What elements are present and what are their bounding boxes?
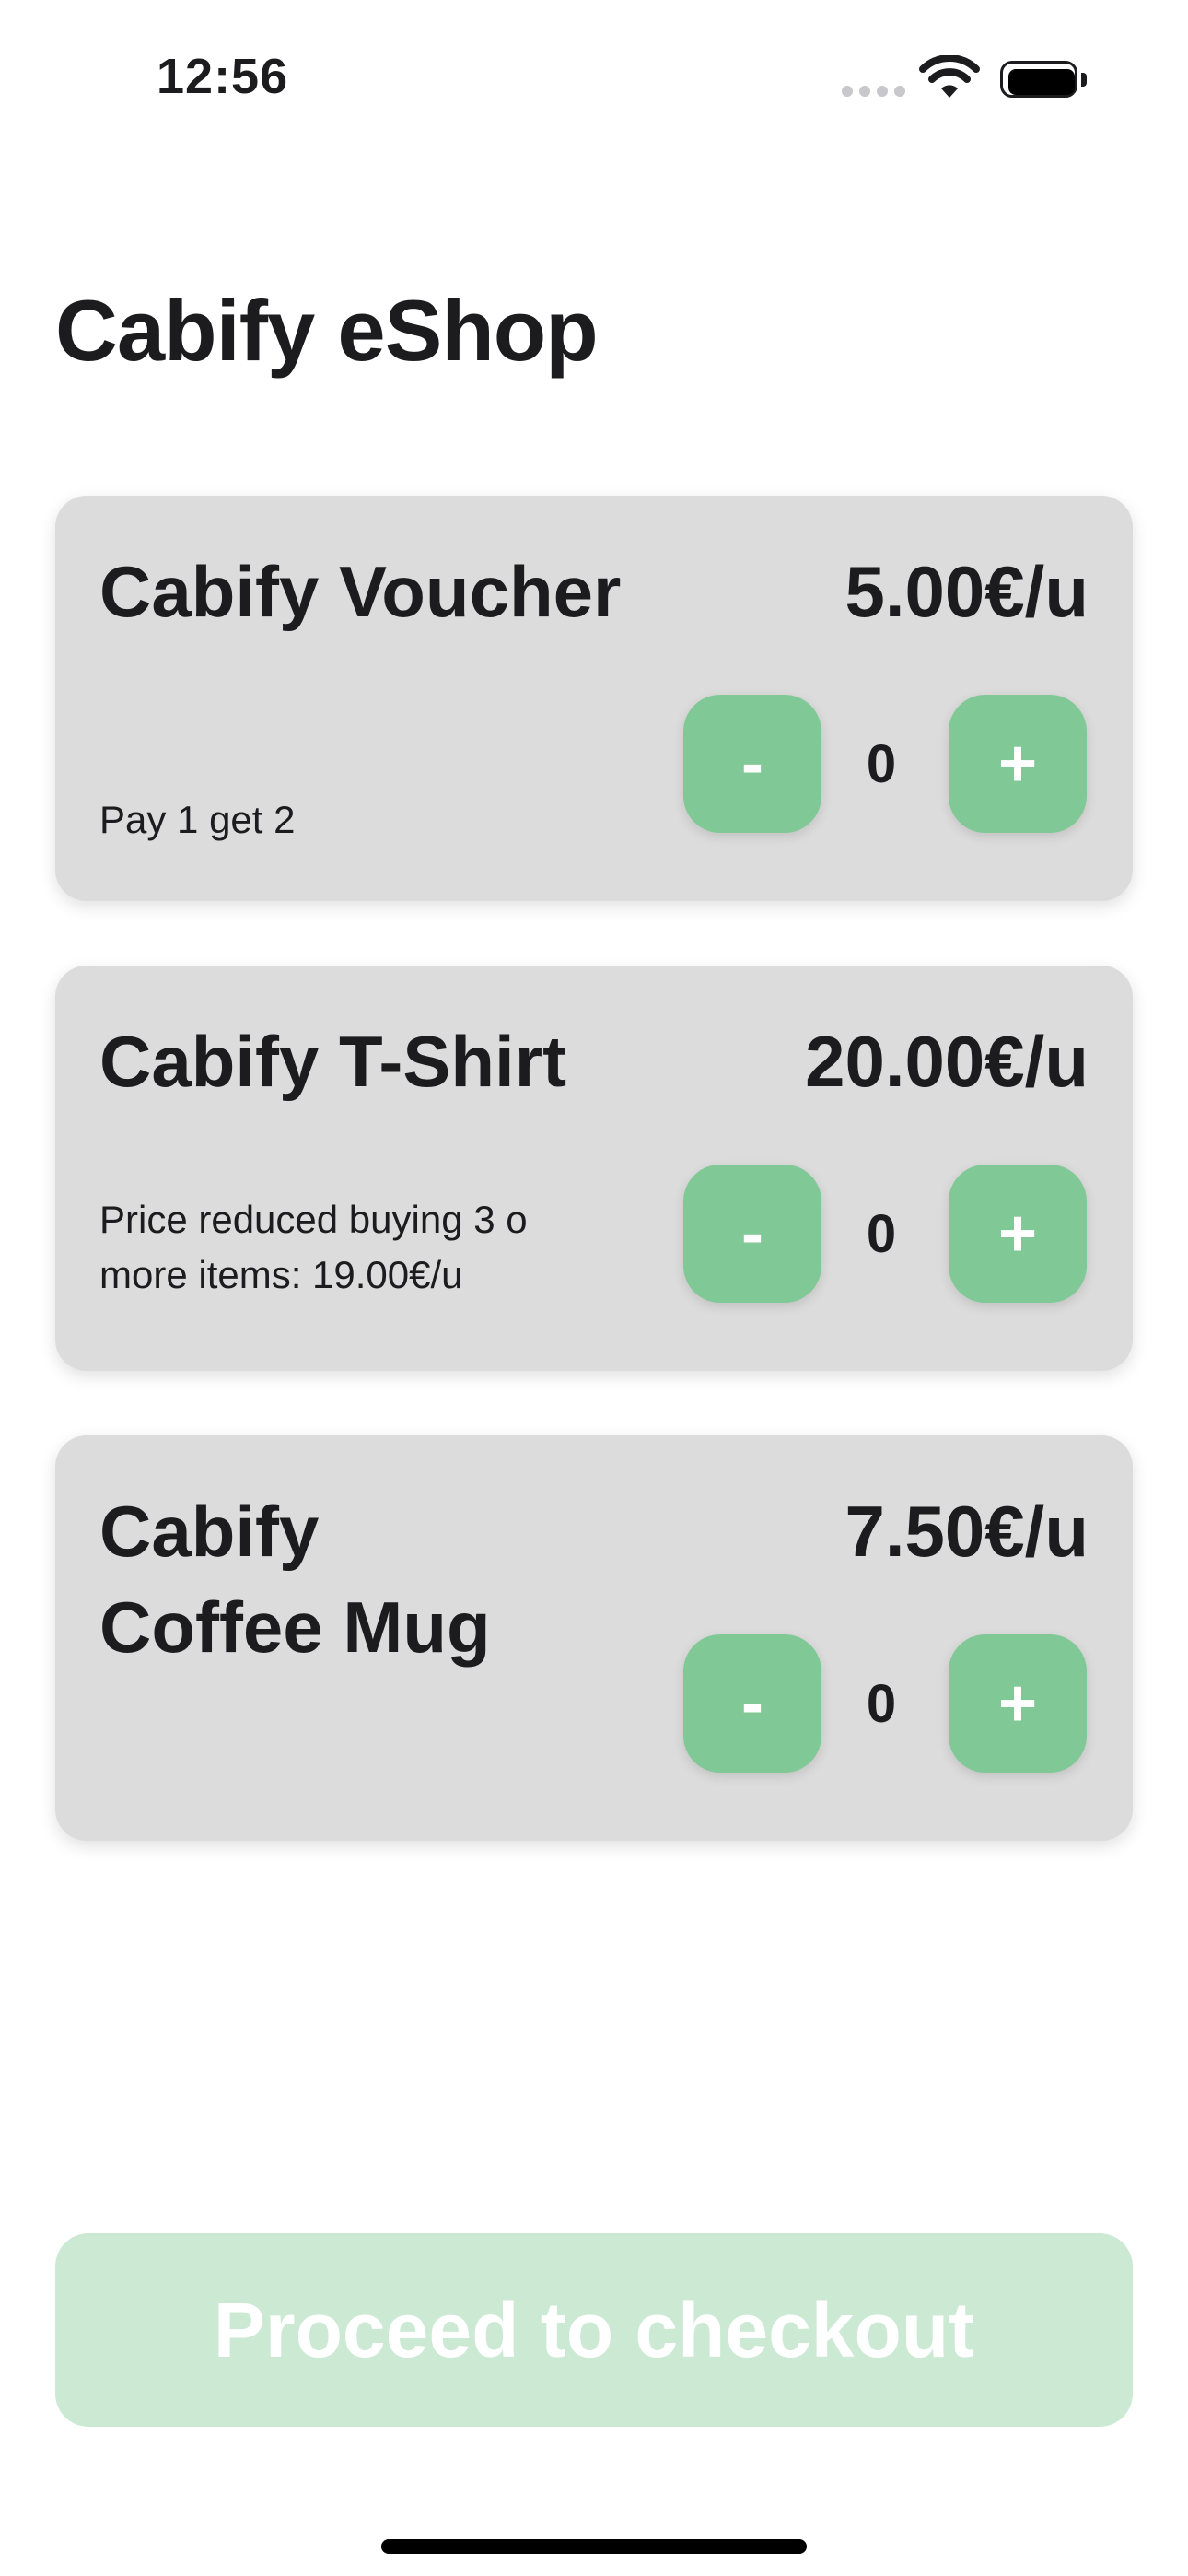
home-indicator[interactable] [381,2539,807,2554]
battery-icon [1000,61,1089,100]
decrease-quantity-button[interactable]: - [683,695,821,833]
increase-quantity-button[interactable]: + [949,1634,1087,1773]
status-bar: 12:56 [0,0,1188,157]
product-promo: Price reduced buying 3 o more items: 19.… [99,1198,528,1296]
wifi-icon [919,55,980,98]
decrease-quantity-button[interactable]: - [683,1165,821,1303]
quantity-value: 0 [866,1674,897,1734]
product-card-tshirt: Cabify T-Shirt 20.00€/u Price reduced bu… [55,966,1133,1371]
product-name: Cabify Voucher [99,551,622,632]
quantity-value: 0 [866,734,897,794]
increase-quantity-button[interactable]: + [949,695,1087,833]
decrease-quantity-button[interactable]: - [683,1634,821,1773]
product-name: Cabify T-Shirt [99,1021,567,1102]
cellular-signal-icon [842,86,906,99]
page-title: Cabify eShop [55,282,599,379]
increase-quantity-button[interactable]: + [949,1165,1087,1303]
product-promo: Pay 1 get 2 [99,798,296,841]
product-card-mug: Cabify Coffee Mug 7.50€/u - 0 + [55,1435,1133,1841]
quantity-value: 0 [866,1204,897,1264]
product-price: 5.00€/u [844,551,1089,632]
checkout-button[interactable]: Proceed to checkout [55,2233,1133,2427]
product-price: 7.50€/u [844,1491,1089,1572]
product-price: 20.00€/u [805,1021,1089,1102]
product-name: Cabify Coffee Mug [99,1491,491,1668]
product-card-voucher: Cabify Voucher 5.00€/u Pay 1 get 2 - 0 + [55,496,1133,901]
status-time: 12:56 [157,49,289,104]
